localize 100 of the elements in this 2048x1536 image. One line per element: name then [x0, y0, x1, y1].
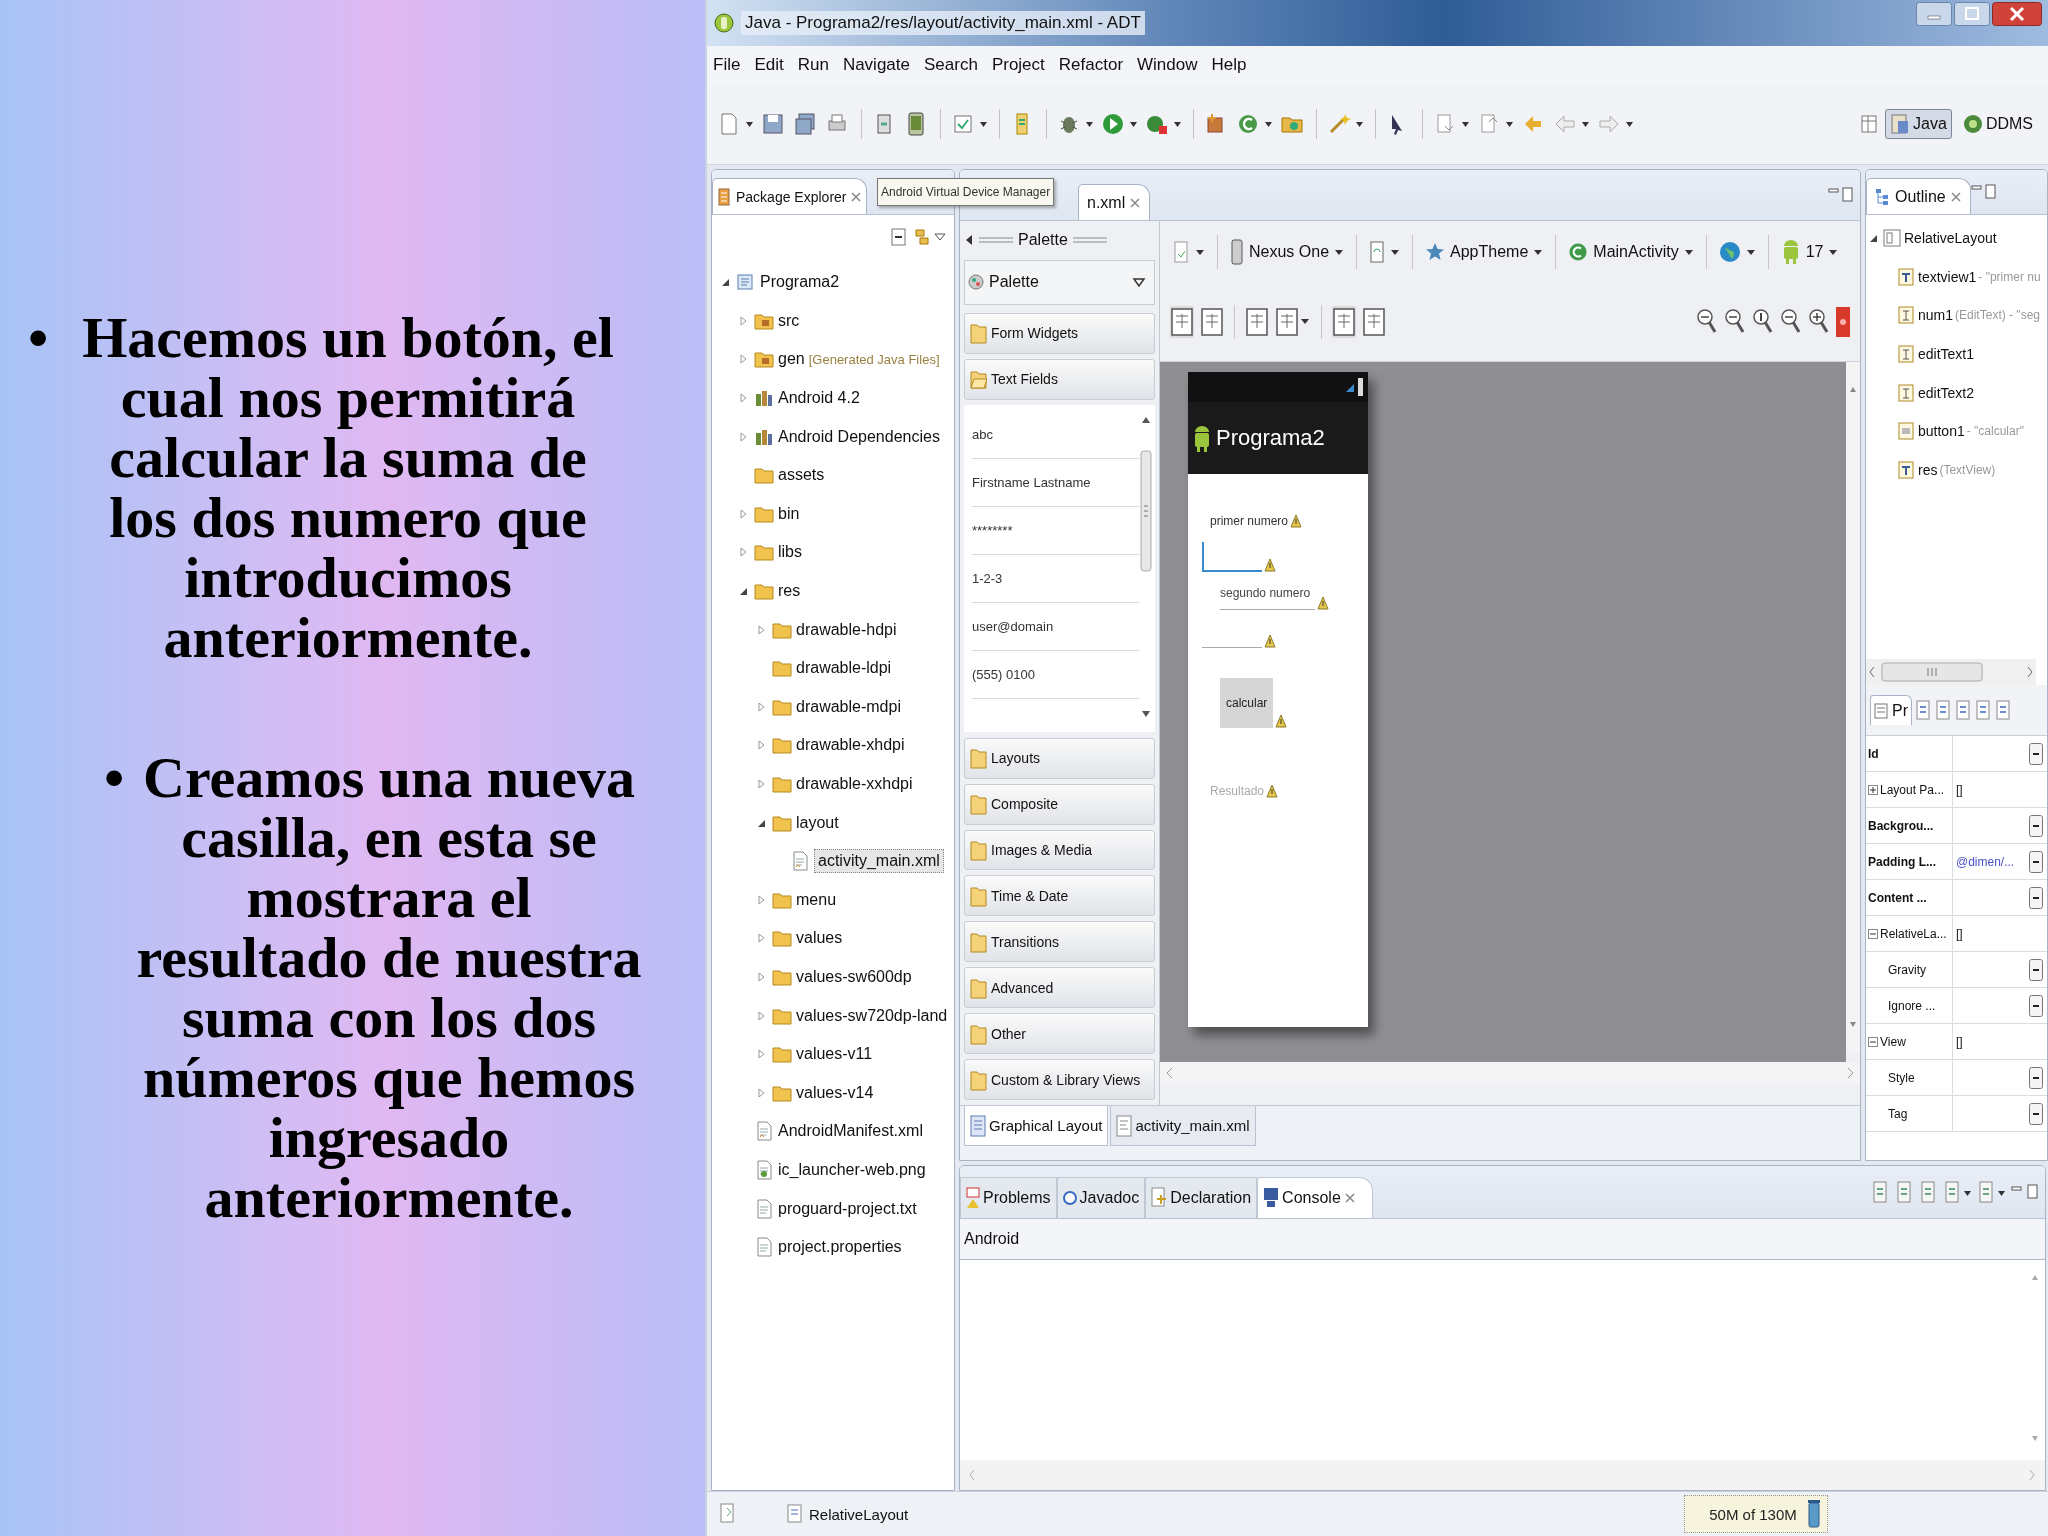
palette-category[interactable]: Custom & Library Views: [964, 1059, 1155, 1101]
tree-item[interactable]: layout: [796, 813, 839, 832]
palette-category[interactable]: Images & Media: [964, 829, 1155, 871]
input-field[interactable]: segundo numero: [1220, 586, 1315, 610]
palette-title: Palette: [1018, 231, 1068, 250]
tree-item[interactable]: drawable-ldpi: [796, 659, 892, 678]
menu-heading[interactable]: Help: [1211, 55, 1247, 75]
menu-heading[interactable]: Navigate: [842, 55, 910, 75]
status-selection: RelativeLayout: [809, 1505, 909, 1523]
console-tab[interactable]: Console: [1257, 1177, 1373, 1218]
palette-item[interactable]: 1-2-3: [972, 554, 1139, 603]
palette-category[interactable]: Text Fields: [964, 358, 1155, 400]
api-level-dropdown[interactable]: 17: [1778, 239, 1841, 265]
property-value[interactable]: @dimen/...: [1956, 854, 2015, 869]
tree-item[interactable]: assets: [778, 466, 825, 485]
editor-tab[interactable]: n.xml: [1078, 184, 1151, 220]
tree-item[interactable]: AndroidManifest.xml: [778, 1122, 923, 1141]
palette-category[interactable]: Layouts: [964, 737, 1155, 779]
tab-label: Outline: [1895, 187, 1946, 206]
window-title: Java - Programa2/res/layout/activity_main.xml - ADT: [741, 11, 1145, 35]
console-tab[interactable]: Javadoc: [1056, 1177, 1146, 1218]
text-label: primer numero: [1210, 514, 1289, 528]
tab-label: Package Explorer: [736, 188, 847, 205]
tree-item[interactable]: drawable-hdpi: [796, 620, 897, 639]
tab-label: Console: [1282, 1189, 1341, 1207]
editor-view-tab[interactable]: activity_main.xml: [1110, 1106, 1256, 1146]
menu-heading[interactable]: Search: [924, 55, 978, 75]
tree-item[interactable]: menu: [796, 890, 837, 909]
property-name: Backgrou...: [1868, 818, 1934, 833]
tree-item[interactable]: gen: [778, 350, 805, 369]
palette-category[interactable]: Form Widgets: [964, 312, 1155, 354]
tree-item[interactable]: Programa2: [760, 273, 840, 292]
palette-category[interactable]: Time & Date: [964, 875, 1155, 917]
tree-item[interactable]: drawable-xhdpi: [796, 736, 905, 755]
bullet-marker: •: [28, 308, 50, 368]
tree-item[interactable]: values: [796, 929, 843, 948]
tree-item[interactable]: num1: [1918, 307, 1954, 324]
property-name: RelativeLa...: [1880, 926, 1947, 941]
tree-item[interactable]: project.properties: [778, 1238, 902, 1257]
palette-item[interactable]: ********: [972, 506, 1139, 555]
tree-item[interactable]: values-sw720dp-land: [796, 1006, 948, 1025]
palette-category[interactable]: Other: [964, 1013, 1155, 1055]
tree-item[interactable]: Android Dependencies: [778, 427, 940, 446]
theme-dropdown[interactable]: AppTheme: [1423, 242, 1546, 262]
result-label: Resultado: [1210, 784, 1265, 798]
palette-category[interactable]: Composite: [964, 783, 1155, 825]
property-name: Gravity: [1887, 962, 1926, 977]
tree-item[interactable]: Android 4.2: [778, 389, 860, 408]
tree-item[interactable]: values-v11: [796, 1045, 873, 1064]
tree-item[interactable]: activity_main.xml: [814, 849, 944, 874]
tree-item[interactable]: editText2: [1918, 384, 1975, 401]
palette-category[interactable]: Advanced: [964, 967, 1155, 1009]
palette-item[interactable]: user@domain: [972, 602, 1139, 651]
tree-item[interactable]: ic_launcher-web.png: [778, 1160, 926, 1179]
menu-heading[interactable]: Project: [991, 55, 1045, 75]
tree-item[interactable]: res: [1918, 461, 1938, 478]
console-name: Android: [960, 1219, 2045, 1260]
tree-item[interactable]: button1: [1918, 423, 1965, 440]
tree-item[interactable]: bin: [778, 504, 800, 523]
view-tab[interactable]: Outline: [1866, 178, 1971, 214]
calculate-button[interactable]: calcular: [1220, 678, 1274, 728]
property-name: Ignore ...: [1887, 998, 1936, 1013]
property-value[interactable]: []: [1956, 1034, 1963, 1049]
menu-heading[interactable]: Run: [797, 55, 829, 75]
tab-label: n.xml: [1087, 193, 1126, 212]
palette-item[interactable]: (555) 0100: [972, 650, 1139, 699]
memory-usage: 50M of 130M: [1709, 1505, 1797, 1523]
tree-item[interactable]: res: [778, 582, 801, 601]
activity-dropdown[interactable]: MainActivity: [1566, 242, 1696, 262]
device-dropdown[interactable]: Nexus One: [1228, 239, 1347, 265]
menu-heading[interactable]: File: [713, 55, 741, 75]
tree-item[interactable]: RelativeLayout: [1904, 230, 1997, 247]
tree-item[interactable]: libs: [778, 543, 802, 562]
property-name: Padding L...: [1868, 854, 1936, 869]
tree-item[interactable]: drawable-mdpi: [796, 697, 901, 716]
palette-item[interactable]: Firstname Lastname: [972, 458, 1139, 507]
menu-heading[interactable]: Refactor: [1058, 55, 1124, 75]
tree-item[interactable]: values-v14: [796, 1083, 874, 1102]
tree-item[interactable]: src: [778, 311, 800, 330]
menu-heading[interactable]: Window: [1137, 55, 1198, 75]
palette-item[interactable]: abc: [972, 410, 1139, 459]
tree-item[interactable]: textview1: [1918, 268, 1977, 285]
menu-heading[interactable]: Edit: [754, 55, 784, 75]
console-tab[interactable]: Declaration: [1145, 1177, 1258, 1218]
tree-item[interactable]: proguard-project.txt: [778, 1199, 917, 1218]
perspective-button[interactable]: Java: [1885, 109, 1952, 139]
view-tab[interactable]: Pr: [1870, 695, 1912, 725]
perspective-button[interactable]: DDMS: [1957, 110, 2038, 138]
palette-category[interactable]: Transitions: [964, 921, 1155, 963]
console-tab[interactable]: Problems: [960, 1177, 1057, 1218]
tree-item[interactable]: editText1: [1918, 346, 1975, 363]
tab-label: Problems: [983, 1189, 1051, 1207]
property-value[interactable]: []: [1956, 782, 1963, 797]
property-value[interactable]: []: [1956, 926, 1963, 941]
editor-view-tab[interactable]: Graphical Layout: [964, 1106, 1109, 1146]
item-detail: (TextView): [1939, 462, 1996, 477]
view-tab[interactable]: Package Explorer: [712, 178, 867, 214]
palette-dropdown[interactable]: Palette: [964, 259, 1155, 305]
tree-item[interactable]: drawable-xxhdpi: [796, 775, 913, 793]
tree-item[interactable]: values-sw600dp: [796, 968, 912, 986]
